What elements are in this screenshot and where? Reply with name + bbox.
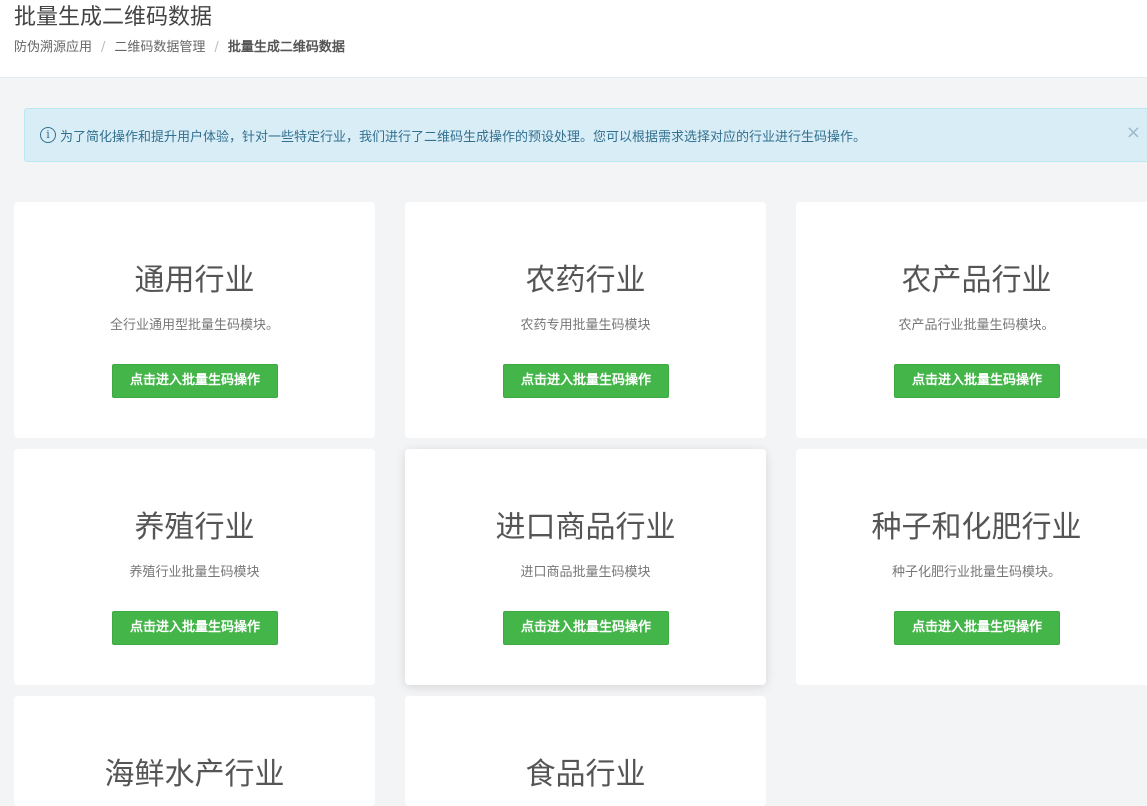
industry-card-food: 食品行业 (405, 696, 766, 806)
breadcrumb: 防伪溯源应用 / 二维码数据管理 / 批量生成二维码数据 (14, 40, 345, 56)
enter-batch-generate-button[interactable]: 点击进入批量生码操作 (894, 364, 1060, 398)
industry-card-pesticide: 农药行业 农药专用批量生码模块 点击进入批量生码操作 (405, 202, 766, 438)
breadcrumb-separator: / (214, 40, 219, 55)
card-title: 种子和化肥行业 (871, 510, 1082, 545)
info-icon: i (40, 127, 56, 143)
card-title: 养殖行业 (134, 510, 255, 545)
card-description: 全行业通用型批量生码模块。 (109, 318, 279, 333)
enter-batch-generate-button[interactable]: 点击进入批量生码操作 (112, 364, 278, 398)
card-title: 通用行业 (134, 263, 255, 298)
industry-card-seed-fertilizer: 种子和化肥行业 种子化肥行业批量生码模块。 点击进入批量生码操作 (796, 449, 1147, 685)
breadcrumb-item-qrcode-management[interactable]: 二维码数据管理 (114, 40, 205, 56)
enter-batch-generate-button[interactable]: 点击进入批量生码操作 (503, 611, 669, 645)
page-header: 批量生成二维码数据 防伪溯源应用 / 二维码数据管理 / 批量生成二维码数据 (0, 0, 1147, 78)
industry-card-agricultural-products: 农产品行业 农产品行业批量生码模块。 点击进入批量生码操作 (796, 202, 1147, 438)
alert-text: 为了简化操作和提升用户体验，针对一些特定行业，我们进行了二维码生成操作的预设处理… (60, 129, 867, 145)
breadcrumb-item-app[interactable]: 防伪溯源应用 (14, 40, 92, 56)
breadcrumb-item-current: 批量生成二维码数据 (227, 40, 345, 55)
enter-batch-generate-button[interactable]: 点击进入批量生码操作 (503, 364, 669, 398)
card-title: 海鲜水产行业 (104, 757, 285, 792)
info-alert: i 为了简化操作和提升用户体验，针对一些特定行业，我们进行了二维码生成操作的预设… (24, 108, 1147, 162)
card-description: 农产品行业批量生码模块。 (898, 318, 1055, 333)
card-title: 农药行业 (525, 263, 646, 298)
close-icon[interactable]: × (1126, 123, 1141, 143)
industry-card-general: 通用行业 全行业通用型批量生码模块。 点击进入批量生码操作 (14, 202, 375, 438)
card-title: 农产品行业 (901, 263, 1052, 298)
card-description: 种子化肥行业批量生码模块。 (891, 565, 1061, 580)
card-description: 养殖行业批量生码模块 (129, 565, 260, 580)
enter-batch-generate-button[interactable]: 点击进入批量生码操作 (112, 611, 278, 645)
card-description: 农药专用批量生码模块 (520, 318, 651, 333)
breadcrumb-separator: / (101, 40, 106, 55)
industry-card-imported-goods: 进口商品行业 进口商品批量生码模块 点击进入批量生码操作 (405, 449, 766, 685)
industry-card-breeding: 养殖行业 养殖行业批量生码模块 点击进入批量生码操作 (14, 449, 375, 685)
card-description: 进口商品批量生码模块 (520, 565, 651, 580)
card-title: 进口商品行业 (495, 510, 676, 545)
enter-batch-generate-button[interactable]: 点击进入批量生码操作 (894, 611, 1060, 645)
industry-card-seafood: 海鲜水产行业 (14, 696, 375, 806)
card-title: 食品行业 (525, 757, 646, 792)
page-title: 批量生成二维码数据 (14, 5, 213, 30)
